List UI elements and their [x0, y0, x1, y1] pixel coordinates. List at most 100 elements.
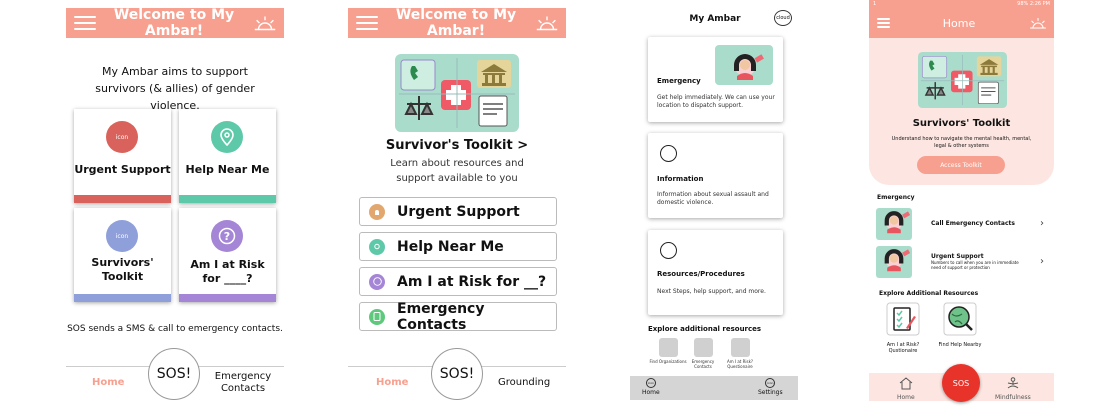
toolkit-illustration-icon	[918, 51, 1007, 109]
resource-emergency-contacts[interactable]: Emergency Contacts	[684, 338, 722, 369]
status-bar: 1 98% 2:26 PM	[869, 0, 1054, 8]
nav-home[interactable]: Home	[92, 377, 124, 388]
question-icon	[369, 273, 385, 290]
resource-am-i-at-risk[interactable]: Am I at Risk? Qustionaire	[881, 302, 925, 354]
resource-thumbnail	[693, 338, 713, 357]
resource-risk-questionnaire[interactable]: Am I at Risk? Questionaire	[720, 338, 760, 369]
explore-heading: Explore Additional Resources	[879, 290, 979, 297]
toolkit-illustration-icon	[395, 54, 519, 132]
sunset-icon[interactable]	[1028, 15, 1048, 31]
card-accent	[179, 294, 276, 302]
resource-find-help-nearby[interactable]: Find Help Nearby	[938, 302, 982, 348]
card-information[interactable]: Information Information about sexual ass…	[648, 133, 783, 218]
card-title: Information	[657, 175, 704, 183]
sunset-icon[interactable]	[534, 12, 560, 34]
card-urgent-support[interactable]: icon Urgent Support	[74, 109, 171, 203]
resource-label: Am I at Risk? Qustionaire	[886, 342, 920, 354]
intro-text: My Ambar aims to support survivors (& al…	[95, 65, 255, 112]
toolkit-title: Survivors' Toolkit	[912, 118, 1011, 129]
nav-home[interactable]: Home	[897, 375, 915, 401]
toolkit-title-link[interactable]: Survivor's Toolkit >	[348, 138, 566, 153]
card-label: Help Near Me	[185, 163, 270, 176]
cloud-button[interactable]: cloud	[774, 10, 792, 26]
card-description: Get help immediately. We can use your lo…	[657, 94, 775, 109]
emergency-heading: Emergency	[877, 194, 915, 201]
top-app-bar: Welcome to My Ambar!	[348, 7, 566, 39]
checklist-icon	[886, 302, 920, 336]
row-text: Urgent Support Numbers to call when you …	[931, 253, 1040, 270]
nav-label: Home	[642, 389, 660, 396]
nav-home[interactable]: icon Home	[642, 378, 660, 396]
nav-mindfulness[interactable]: Mindfulness	[995, 375, 1031, 401]
hamburger-menu-icon[interactable]	[877, 18, 890, 28]
list-item-label: Emergency Contacts	[397, 300, 485, 333]
nav-settings[interactable]: icon Settings	[758, 378, 783, 396]
svg-text:?: ?	[224, 230, 230, 243]
card-label: Survivors' Toolkit	[91, 256, 154, 283]
contacts-icon	[369, 308, 385, 325]
hamburger-menu-icon[interactable]	[356, 16, 378, 30]
card-survivors-toolkit[interactable]: icon Survivors' Toolkit	[74, 208, 171, 302]
location-pin-icon	[211, 121, 243, 153]
row-title: Call Emergency Contacts	[931, 220, 1015, 227]
emergency-illustration-icon	[876, 207, 912, 240]
row-urgent-support[interactable]: Urgent Support Numbers to call when you …	[876, 245, 1050, 278]
list-item-label: Urgent Support	[397, 203, 520, 220]
app-title: Welcome to My Ambar!	[395, 7, 517, 39]
nav-home[interactable]: Home	[376, 377, 408, 388]
explore-heading: Explore additional resources	[648, 325, 762, 333]
meditation-icon	[1007, 377, 1019, 389]
chevron-right-icon: ›	[1040, 218, 1044, 229]
top-app-bar: Welcome to My Ambar!	[66, 7, 284, 39]
map-search-icon	[943, 302, 977, 336]
list-item-label: Am I at Risk for __?	[397, 273, 547, 290]
hamburger-menu-icon[interactable]	[74, 16, 96, 30]
question-icon: ?	[211, 220, 243, 252]
card-title: Resources/Procedures	[657, 270, 745, 278]
sos-button[interactable]: SOS!	[148, 348, 200, 400]
list-item-am-i-at-risk[interactable]: Am I at Risk for __?	[359, 267, 557, 296]
screen-welcome-v1: Welcome to My Ambar! My Ambar aims to su…	[66, 0, 284, 407]
settings-icon: icon	[765, 378, 776, 388]
card-accent	[179, 195, 276, 203]
resource-thumbnail	[658, 338, 678, 357]
card-am-i-at-risk[interactable]: ? Am I at Risk for ____?	[179, 208, 276, 302]
sos-label: SOS!	[156, 366, 192, 382]
sunset-icon[interactable]	[252, 12, 278, 34]
icon-placeholder: icon	[106, 121, 138, 153]
sos-button[interactable]: SOS!	[431, 348, 483, 400]
status-right: 98% 2:26 PM	[1017, 1, 1050, 7]
card-label: Urgent Support	[74, 163, 171, 176]
sos-note: SOS sends a SMS & call to emergency cont…	[67, 324, 283, 334]
list-item-emergency-contacts[interactable]: Emergency Contacts	[359, 300, 557, 333]
resource-label: Emergency Contacts	[691, 359, 715, 369]
card-resources-procedures[interactable]: Resources/Procedures Next Steps, help su…	[648, 230, 783, 315]
card-emergency[interactable]: Emergency Get help immediately. We can u…	[648, 37, 783, 122]
row-call-emergency-contacts[interactable]: Call Emergency Contacts ›	[876, 207, 1050, 240]
top-app-bar: Home	[869, 8, 1054, 38]
resource-find-orgs[interactable]: Find Organizations	[649, 338, 687, 364]
emergency-illustration-icon	[715, 45, 773, 85]
sos-label: SOS	[952, 378, 970, 388]
row-title: Urgent Support	[931, 253, 984, 260]
placeholder-circle-icon	[660, 145, 677, 162]
siren-icon	[369, 203, 385, 220]
card-help-near-me[interactable]: Help Near Me	[179, 109, 276, 203]
toolkit-description: Learn about resources and support availa…	[390, 158, 524, 184]
card-title: Emergency	[657, 77, 701, 85]
access-toolkit-button[interactable]: Access Toolkit	[917, 156, 1005, 174]
nav-label: Home	[897, 394, 915, 401]
bottom-nav: icon Home icon Settings	[630, 376, 798, 400]
list-item-urgent-support[interactable]: Urgent Support	[359, 197, 557, 226]
chevron-right-icon: ›	[1040, 256, 1044, 267]
emergency-illustration-icon	[876, 245, 912, 278]
row-description: Numbers to call when you are in immediat…	[931, 260, 1019, 270]
app-title: Welcome to My Ambar!	[113, 7, 235, 39]
location-pin-icon	[369, 238, 385, 255]
nav-grounding[interactable]: Grounding	[498, 377, 550, 388]
app-title: Home	[942, 16, 976, 30]
sos-button[interactable]: SOS	[942, 364, 980, 402]
list-item-help-near-me[interactable]: Help Near Me	[359, 232, 557, 261]
home-icon: icon	[645, 378, 656, 388]
nav-contacts[interactable]: Emergency Contacts	[210, 371, 276, 395]
